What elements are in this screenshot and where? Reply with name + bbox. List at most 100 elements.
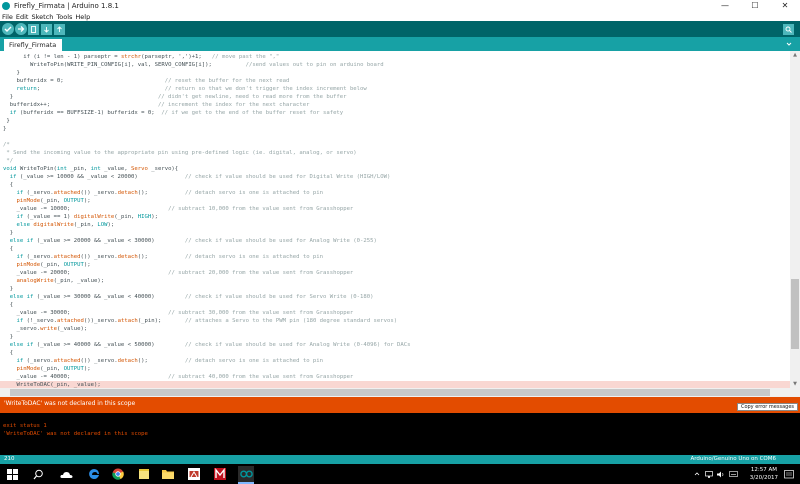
code-token: else if [9, 294, 34, 300]
code-token: // didn't get newline, need to read more… [157, 94, 347, 100]
code-line: bufferidx++; // increment the index for … [10, 101, 310, 109]
code-line: { [10, 349, 13, 357]
taskbar-snip-tool[interactable] [186, 466, 202, 482]
code-token: bufferidx++; [9, 102, 158, 108]
menu-bar: File Edit Sketch Tools Help [0, 12, 800, 21]
code-line: if (_servo.attached()) _servo.detach(); … [17, 189, 324, 197]
save-button[interactable] [54, 23, 65, 35]
code-token: (_pin, [40, 198, 64, 204]
code-line: /* [3, 141, 10, 149]
line-number: 210 [4, 456, 15, 462]
code-token: { [9, 302, 14, 308]
code-token: int [90, 166, 101, 172]
new-button[interactable] [28, 23, 39, 35]
menu-edit[interactable]: Edit [16, 13, 29, 21]
maximize-button[interactable]: ☐ [740, 0, 770, 12]
serial-monitor-button[interactable] [783, 24, 794, 35]
board-info: Arduino/Genuino Uno on COM6 [690, 456, 776, 462]
keyboard-icon[interactable] [729, 471, 738, 477]
code-line: analogWrite(_pin, _value); [17, 277, 105, 285]
upload-button[interactable] [15, 23, 27, 35]
network-icon[interactable] [705, 470, 713, 478]
code-token: void [3, 166, 17, 172]
code-token: { [9, 246, 14, 252]
code-editor[interactable]: if (i != len - 1) parseptr = strchr(pars… [0, 51, 790, 388]
code-token: detach [117, 190, 138, 196]
code-token: */ [3, 158, 14, 164]
code-token: attached [56, 318, 84, 324]
taskbar-chrome[interactable] [110, 466, 126, 482]
code-token: detach [117, 358, 138, 364]
copy-error-messages-button[interactable]: Copy error messages [736, 403, 798, 411]
code-token: (_pin, [40, 366, 64, 372]
taskbar-clock[interactable]: 12:57 AM 3/20/2017 [750, 466, 778, 482]
open-button[interactable] [41, 23, 52, 35]
code-line: { [10, 301, 13, 309]
notification-icon [784, 470, 794, 479]
code-token: else if [9, 342, 34, 348]
error-status-bar: 'WriteToDAC' was not declared in this sc… [0, 397, 800, 413]
code-line: WriteToDAC(_pin, _value); [17, 381, 101, 388]
verify-button[interactable] [2, 23, 14, 35]
horizontal-scroll-thumb[interactable] [10, 389, 770, 396]
code-line: { [10, 181, 13, 189]
code-line: return; // return so that we don't trigg… [17, 85, 367, 93]
action-center-button[interactable] [782, 467, 796, 481]
code-token: attached [53, 254, 81, 260]
code-token: (); [137, 190, 185, 196]
close-button[interactable]: ✕ [770, 0, 800, 12]
code-line: void WriteToPin(int _pin, int _value, Se… [3, 165, 178, 173]
tab-firefly-firmata[interactable]: Firefly_Firmata [4, 39, 62, 51]
windows-start-button[interactable] [4, 466, 20, 482]
scroll-down-icon[interactable]: ▼ [792, 381, 798, 387]
scroll-up-icon[interactable]: ▲ [792, 52, 798, 58]
code-line: * Send the incoming value to the appropr… [3, 149, 356, 157]
horizontal-scrollbar[interactable] [0, 388, 790, 397]
menu-sketch[interactable]: Sketch [31, 13, 53, 21]
code-token: // if we get to the end of the buffer re… [161, 110, 344, 116]
taskbar-arduino[interactable] [238, 466, 254, 482]
error-message: 'WriteToDAC' was not declared in this sc… [4, 400, 136, 407]
code-token: (_servo. [23, 358, 54, 364]
taskbar-mcafee[interactable] [212, 466, 228, 482]
minimize-button[interactable]: — [710, 0, 740, 12]
code-token: (_value >= 40000 && _value < 50000) [33, 342, 185, 348]
scroll-thumb[interactable] [791, 279, 799, 349]
clock-date: 3/20/2017 [749, 475, 778, 481]
menu-help[interactable]: Help [75, 13, 90, 21]
code-line: else if (_value >= 30000 && _value < 400… [10, 293, 374, 301]
arduino-icon [239, 470, 253, 478]
taskbar-onedrive[interactable] [58, 466, 74, 482]
code-token: { [9, 182, 14, 188]
code-line: if (_servo.attached()) _servo.detach(); … [17, 253, 324, 261]
upload-icon [18, 26, 25, 32]
code-line: if (i != len - 1) parseptr = strchr(pars… [23, 53, 279, 61]
volume-icon[interactable] [717, 471, 725, 478]
code-line: if (bufferidx == BUFFSIZE-1) bufferidx =… [10, 109, 343, 117]
taskbar-search[interactable] [30, 466, 46, 482]
code-token: // move past the "," [211, 54, 280, 60]
menu-file[interactable]: File [2, 13, 13, 21]
console-output[interactable]: exit status 1 'WriteToDAC' was not decla… [0, 413, 800, 455]
taskbar-edge[interactable] [86, 466, 102, 482]
code-line: WriteToPin(WRITE_PIN_CONFIG[i], val, SER… [30, 61, 384, 69]
chevron-up-icon[interactable] [694, 471, 700, 477]
tab-menu-button[interactable] [784, 39, 794, 49]
code-token: // subtract 30,000 from the value sent f… [168, 310, 354, 316]
menu-tools[interactable]: Tools [56, 13, 72, 21]
taskbar-sticky-notes[interactable] [136, 466, 152, 482]
code-line: else digitalWrite(_pin, LOW); [17, 221, 115, 229]
code-token: // check if value should be used for Ana… [184, 342, 411, 348]
code-token: (_value == 1) [23, 214, 74, 220]
taskbar-file-explorer[interactable] [160, 466, 176, 482]
code-line: _servo.write(_value); [17, 325, 88, 333]
code-token: } [9, 286, 14, 292]
code-token: ); [151, 214, 159, 220]
code-token: // detach servo is one is attached to pi… [184, 190, 324, 196]
code-token: ); [83, 198, 91, 204]
chevron-down-icon [786, 42, 792, 46]
code-token: (_pin, [40, 262, 64, 268]
vertical-scrollbar[interactable]: ▲ ▼ [790, 51, 800, 388]
code-token: // attaches a Servo to the PWM pin (180 … [184, 318, 398, 324]
code-token: // reset the buffer for the next read [164, 78, 290, 84]
